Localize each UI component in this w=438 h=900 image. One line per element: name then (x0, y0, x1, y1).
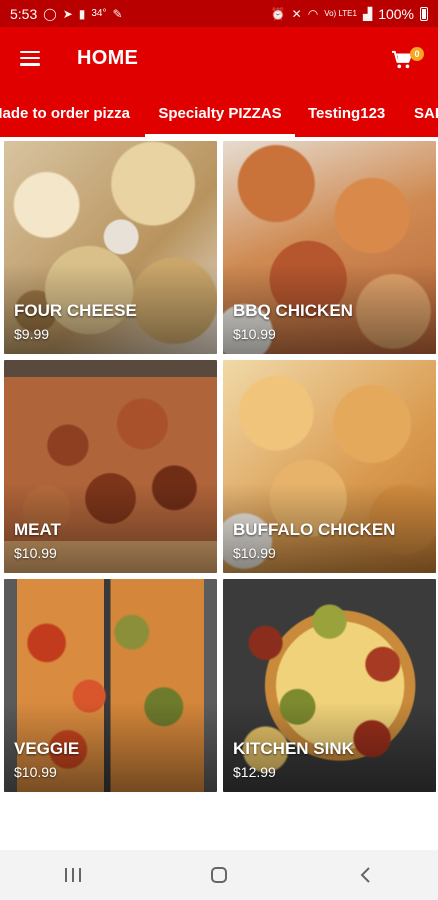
recents-button[interactable] (43, 855, 103, 895)
whatsapp-icon: ◯ (43, 6, 57, 21)
product-price: $10.99 (14, 545, 57, 561)
product-card-meat[interactable]: MEAT $10.99 (4, 360, 217, 573)
clipboard-icon: ▮ (78, 6, 86, 21)
product-price: $10.99 (14, 764, 57, 780)
product-card-veggie[interactable]: VEGGIE $10.99 (4, 579, 217, 792)
product-card-kitchen-sink[interactable]: KITCHEN SINK $12.99 (223, 579, 436, 792)
wrench-icon: ✎ (112, 6, 123, 21)
back-icon (360, 867, 370, 883)
status-right: ⏰ ✕ ◠ Vo) LTE1 ▟ 100% (271, 6, 428, 22)
tab-testing123[interactable]: Testing123 (308, 89, 385, 137)
product-price: $10.99 (233, 545, 276, 561)
status-left: 5:53 ◯ ➤ ▮ 34° ✎ (10, 6, 123, 22)
page-title: HOME (77, 46, 139, 69)
tab-label: Specialty PIZZAS (158, 104, 282, 122)
product-price: $9.99 (14, 326, 50, 342)
status-time: 5:53 (10, 5, 38, 22)
product-name: FOUR CHEESE (14, 301, 137, 320)
tab-specialty-pizzas[interactable]: Specialty PIZZAS (145, 89, 295, 137)
tab-label: Made to order pizza (0, 104, 131, 122)
product-name: BBQ CHICKEN (233, 301, 353, 320)
cart-count-badge: 0 (410, 47, 424, 61)
app-bar: HOME 0 (0, 27, 438, 89)
tab-made-to-order-pizza[interactable]: Made to order pizza (0, 89, 130, 137)
system-navigation-bar (0, 850, 438, 900)
recents-icon (65, 868, 81, 882)
status-network: Vo) LTE1 (324, 8, 357, 18)
product-name: BUFFALO CHICKEN (233, 520, 396, 539)
hamburger-icon (20, 50, 40, 66)
product-card-buffalo-chicken[interactable]: BUFFALO CHICKEN $10.99 (223, 360, 436, 573)
product-grid: FOUR CHEESE $9.99 BBQ CHICKEN $10.99 MEA… (0, 137, 438, 807)
product-name: MEAT (14, 520, 61, 539)
tab-label: SAL (414, 104, 438, 122)
status-bar: 5:53 ◯ ➤ ▮ 34° ✎ ⏰ ✕ ◠ Vo) LTE1 ▟ 100% (0, 0, 438, 27)
tab-label: Testing123 (308, 104, 386, 122)
back-button[interactable] (335, 855, 395, 895)
tab-sal[interactable]: SAL (414, 89, 438, 137)
signal-icon: ▟ (362, 6, 373, 21)
product-price: $12.99 (233, 764, 276, 780)
status-battery-text: 100% (378, 5, 414, 22)
product-price: $10.99 (233, 326, 276, 342)
wifi-icon: ◠ (307, 6, 319, 21)
telegram-icon: ➤ (62, 6, 73, 21)
product-name: KITCHEN SINK (233, 739, 354, 758)
product-card-four-cheese[interactable]: FOUR CHEESE $9.99 (4, 141, 217, 354)
home-button[interactable] (189, 855, 249, 895)
status-temperature: 34° (91, 8, 107, 19)
category-tabs: Made to order pizza Specialty PIZZAS Tes… (0, 89, 438, 137)
mute-icon: ✕ (291, 6, 302, 21)
home-icon (211, 867, 227, 883)
cart-button[interactable]: 0 (388, 38, 424, 78)
battery-icon (420, 6, 428, 21)
alarm-icon: ⏰ (270, 6, 286, 21)
product-card-bbq-chicken[interactable]: BBQ CHICKEN $10.99 (223, 141, 436, 354)
product-name: VEGGIE (14, 739, 80, 758)
menu-button[interactable] (0, 27, 60, 89)
